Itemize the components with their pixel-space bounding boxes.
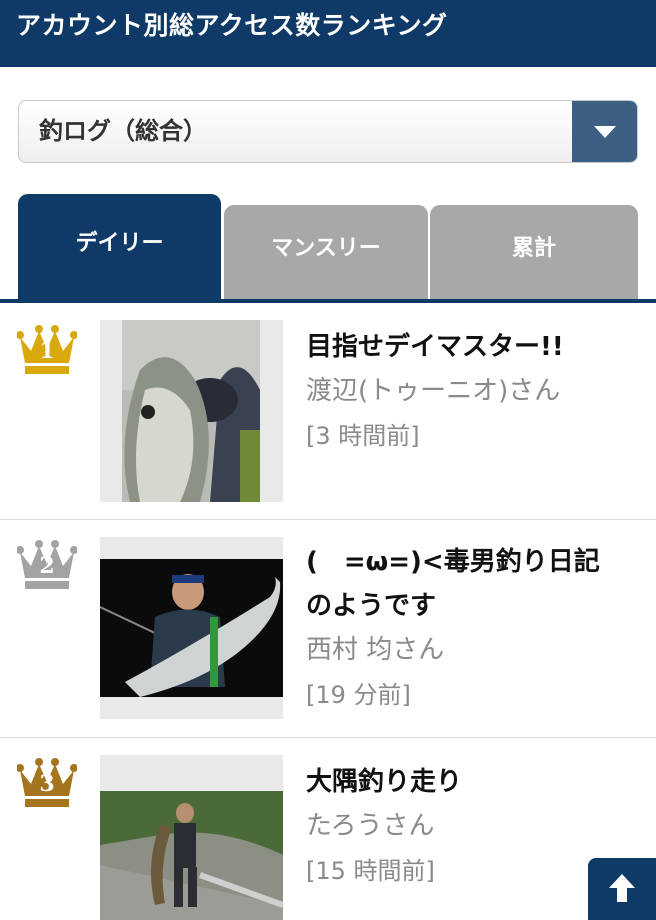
back-to-top-button[interactable] <box>588 858 656 920</box>
ranking-item[interactable]: 2 ( =ω=)<毒男釣り日記 のようです 西村 均さん [19 分前] <box>0 520 656 738</box>
entry-time: [3 時間前] <box>306 422 420 450</box>
page-header: アカウント別総アクセス数ランキング <box>0 0 656 67</box>
arrow-up-icon <box>608 872 636 908</box>
ranking-item[interactable]: 3 大隅釣り走り たろうさん [15 時間前] <box>0 738 656 920</box>
entry-title[interactable]: 大隅釣り走り <box>306 760 646 804</box>
entry-title[interactable]: 目指せデイマスター!! <box>306 325 646 369</box>
tab-daily[interactable]: デイリー <box>18 194 221 302</box>
thumbnail-image[interactable] <box>100 755 283 920</box>
entry-title-line-1: ( =ω=)<毒男釣り日記 <box>306 547 600 577</box>
entry-author[interactable]: 渡辺(トゥーニオ)さん <box>306 369 646 413</box>
entry-time: [19 分前] <box>306 681 411 709</box>
entry-author[interactable]: たろうさん <box>306 804 646 848</box>
entry-author[interactable]: 西村 均さん <box>306 628 646 672</box>
period-tabs: デイリー マンスリー 累計 <box>18 194 638 302</box>
rank-number: 3 <box>39 771 55 797</box>
ranking-item[interactable]: 1 目指せデイマスター!! 渡辺(トゥーニオ)さん [3 時間前] <box>0 303 656 520</box>
rank-number: 2 <box>39 553 55 579</box>
entry-title-line-2: のようです <box>306 591 437 621</box>
select-arrow-button[interactable] <box>572 101 637 162</box>
crown-icon: 1 <box>17 321 77 375</box>
category-select[interactable]: 釣ログ（総合） <box>18 100 638 163</box>
crown-icon: 3 <box>17 754 77 808</box>
category-select-value: 釣ログ（総合） <box>39 117 207 145</box>
page-title: アカウント別総アクセス数ランキング <box>16 11 448 40</box>
thumbnail-image[interactable] <box>100 537 283 719</box>
tab-total[interactable]: 累計 <box>430 205 638 302</box>
chevron-down-icon <box>594 126 616 138</box>
crown-icon: 2 <box>17 536 77 590</box>
entry-title[interactable]: ( =ω=)<毒男釣り日記 のようです <box>306 540 646 628</box>
rank-number: 1 <box>39 338 55 364</box>
thumbnail-image[interactable] <box>100 320 283 502</box>
ranking-list: 1 目指せデイマスター!! 渡辺(トゥーニオ)さん [3 時間前] 2 (=ω… <box>0 303 656 920</box>
tab-monthly[interactable]: マンスリー <box>224 205 428 302</box>
